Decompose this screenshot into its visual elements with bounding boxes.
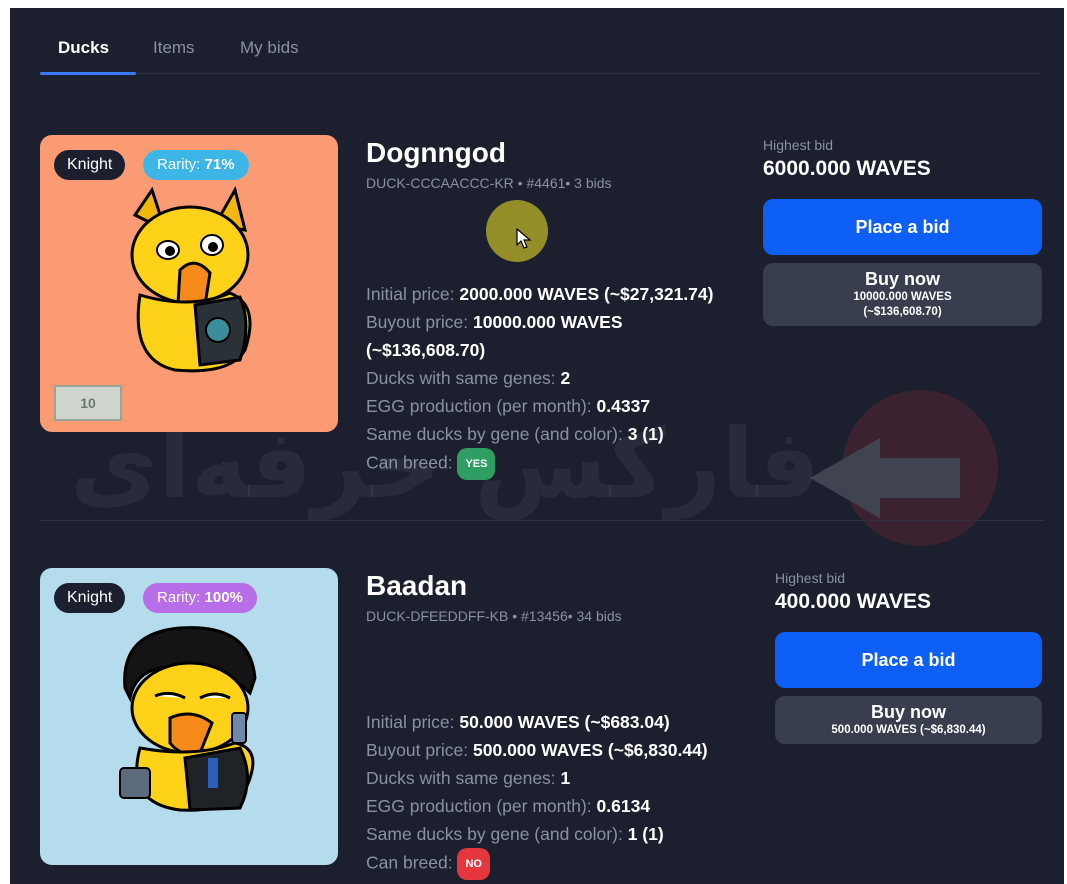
highest-bid-value: 6000.000 WAVES: [763, 157, 931, 180]
duck-illustration-icon: [130, 186, 252, 373]
tab-ducks[interactable]: Ducks: [58, 38, 109, 58]
rarity-value: 71%: [204, 156, 235, 173]
highest-bid-label: Highest bid: [775, 570, 846, 586]
initial-price-row: Initial price: 50.000 WAVES (~$683.04): [366, 708, 786, 736]
same-ducks-value: 1 (1): [627, 824, 664, 844]
listing-divider: [40, 520, 1044, 521]
can-breed-row: Can breed: YES: [366, 448, 786, 480]
duck-card-image[interactable]: Knight Rarity: 71% 10: [40, 135, 338, 432]
mouse-cursor-icon: [516, 228, 532, 249]
marketplace-panel: Ducks Items My bids فارکس حرفه‌ای Knight…: [10, 8, 1064, 884]
same-genes-row: Ducks with same genes: 1: [366, 764, 786, 792]
duck-name[interactable]: Baadan: [366, 570, 467, 602]
buyout-price-label: Buyout price:: [366, 312, 469, 332]
buy-now-button[interactable]: Buy now 10000.000 WAVES (~$136,608.70): [763, 263, 1042, 326]
duck-illustration-icon: [119, 626, 257, 812]
initial-price-label: Initial price:: [366, 284, 455, 304]
class-badge: Knight: [54, 150, 126, 180]
duck-subtitle: DUCK-DFEEDDFF-KB • #13456• 34 bids: [366, 608, 622, 624]
buyout-price-row: Buyout price: 10000.000 WAVES: [366, 308, 786, 336]
tab-bar: Ducks Items My bids: [40, 30, 1040, 75]
initial-price-value: 50.000 WAVES (~$683.04): [459, 712, 670, 732]
buy-now-label: Buy now: [865, 269, 940, 289]
same-genes-value: 2: [560, 368, 571, 388]
duck-card-image[interactable]: Knight Rarity: 100%: [40, 568, 338, 865]
can-breed-label: Can breed:: [366, 852, 453, 873]
rarity-label: Rarity:: [157, 156, 201, 173]
initial-price-label: Initial price:: [366, 712, 455, 732]
same-ducks-label: Same ducks by gene (and color):: [366, 424, 623, 444]
rarity-badge: Rarity: 100%: [143, 583, 257, 613]
egg-production-label: EGG production (per month):: [366, 796, 592, 816]
class-badge: Knight: [54, 583, 126, 613]
highest-bid-label: Highest bid: [763, 137, 834, 153]
banknote-icon: 10: [54, 385, 122, 421]
tab-my-bids[interactable]: My bids: [240, 38, 299, 58]
same-ducks-label: Same ducks by gene (and color):: [366, 824, 623, 844]
egg-production-value: 0.6134: [596, 796, 651, 816]
egg-production-row: EGG production (per month): 0.6134: [366, 792, 786, 820]
rarity-label: Rarity:: [157, 589, 201, 606]
listing-item: Knight Rarity: 100% Baadan DUCK-DFEEDDFF…: [40, 568, 1042, 884]
buyout-price-usd-row: (~$136,608.70): [366, 336, 786, 364]
initial-price-row: Initial price: 2000.000 WAVES (~$27,321.…: [366, 280, 786, 308]
bid-panel: Highest bid 400.000 WAVES Place a bid Bu…: [775, 568, 1042, 744]
same-genes-row: Ducks with same genes: 2: [366, 364, 786, 392]
buy-now-price: 10000.000 WAVES: [853, 291, 952, 303]
place-bid-button[interactable]: Place a bid: [763, 199, 1042, 255]
same-ducks-row: Same ducks by gene (and color): 1 (1): [366, 820, 786, 848]
buyout-price-value: 500.000 WAVES (~$6,830.44): [473, 740, 708, 760]
buyout-price-value: 10000.000 WAVES: [473, 312, 623, 332]
active-tab-indicator: [40, 72, 136, 75]
buy-now-label: Buy now: [871, 702, 946, 722]
listing-item: Knight Rarity: 71% 10 Dognngod DUCK-CCCA…: [40, 135, 1042, 525]
duck-name[interactable]: Dognngod: [366, 137, 506, 169]
egg-production-value: 0.4337: [596, 396, 651, 416]
duck-details: Initial price: 50.000 WAVES (~$683.04) B…: [366, 708, 786, 880]
rarity-badge: Rarity: 71%: [143, 150, 249, 180]
same-ducks-row: Same ducks by gene (and color): 3 (1): [366, 420, 786, 448]
buyout-price-row: Buyout price: 500.000 WAVES (~$6,830.44): [366, 736, 786, 764]
highest-bid-value: 400.000 WAVES: [775, 590, 932, 613]
rarity-value: 100%: [204, 589, 243, 606]
buy-now-price: 500.000 WAVES (~$6,830.44): [831, 724, 986, 736]
can-breed-row: Can breed: NO: [366, 848, 786, 880]
duck-details: Initial price: 2000.000 WAVES (~$27,321.…: [366, 280, 786, 480]
same-genes-label: Ducks with same genes:: [366, 368, 556, 388]
same-genes-value: 1: [560, 768, 571, 788]
initial-price-value: 2000.000 WAVES (~$27,321.74): [459, 284, 714, 304]
buyout-price-label: Buyout price:: [366, 740, 469, 760]
can-breed-badge: NO: [457, 848, 490, 880]
buy-now-button[interactable]: Buy now 500.000 WAVES (~$6,830.44): [775, 696, 1042, 744]
bid-panel: Highest bid 6000.000 WAVES Place a bid B…: [763, 135, 1042, 326]
can-breed-label: Can breed:: [366, 452, 453, 473]
egg-production-row: EGG production (per month): 0.4337: [366, 392, 786, 420]
tab-items[interactable]: Items: [153, 38, 195, 58]
can-breed-badge: YES: [457, 448, 496, 480]
same-ducks-value: 3 (1): [627, 424, 664, 444]
place-bid-button[interactable]: Place a bid: [775, 632, 1042, 688]
same-genes-label: Ducks with same genes:: [366, 768, 556, 788]
duck-subtitle: DUCK-CCCAACCC-KR • #4461• 3 bids: [366, 175, 612, 191]
egg-production-label: EGG production (per month):: [366, 396, 592, 416]
buyout-price-usd: (~$136,608.70): [366, 340, 486, 360]
buy-now-price-usd: (~$136,608.70): [863, 306, 942, 318]
